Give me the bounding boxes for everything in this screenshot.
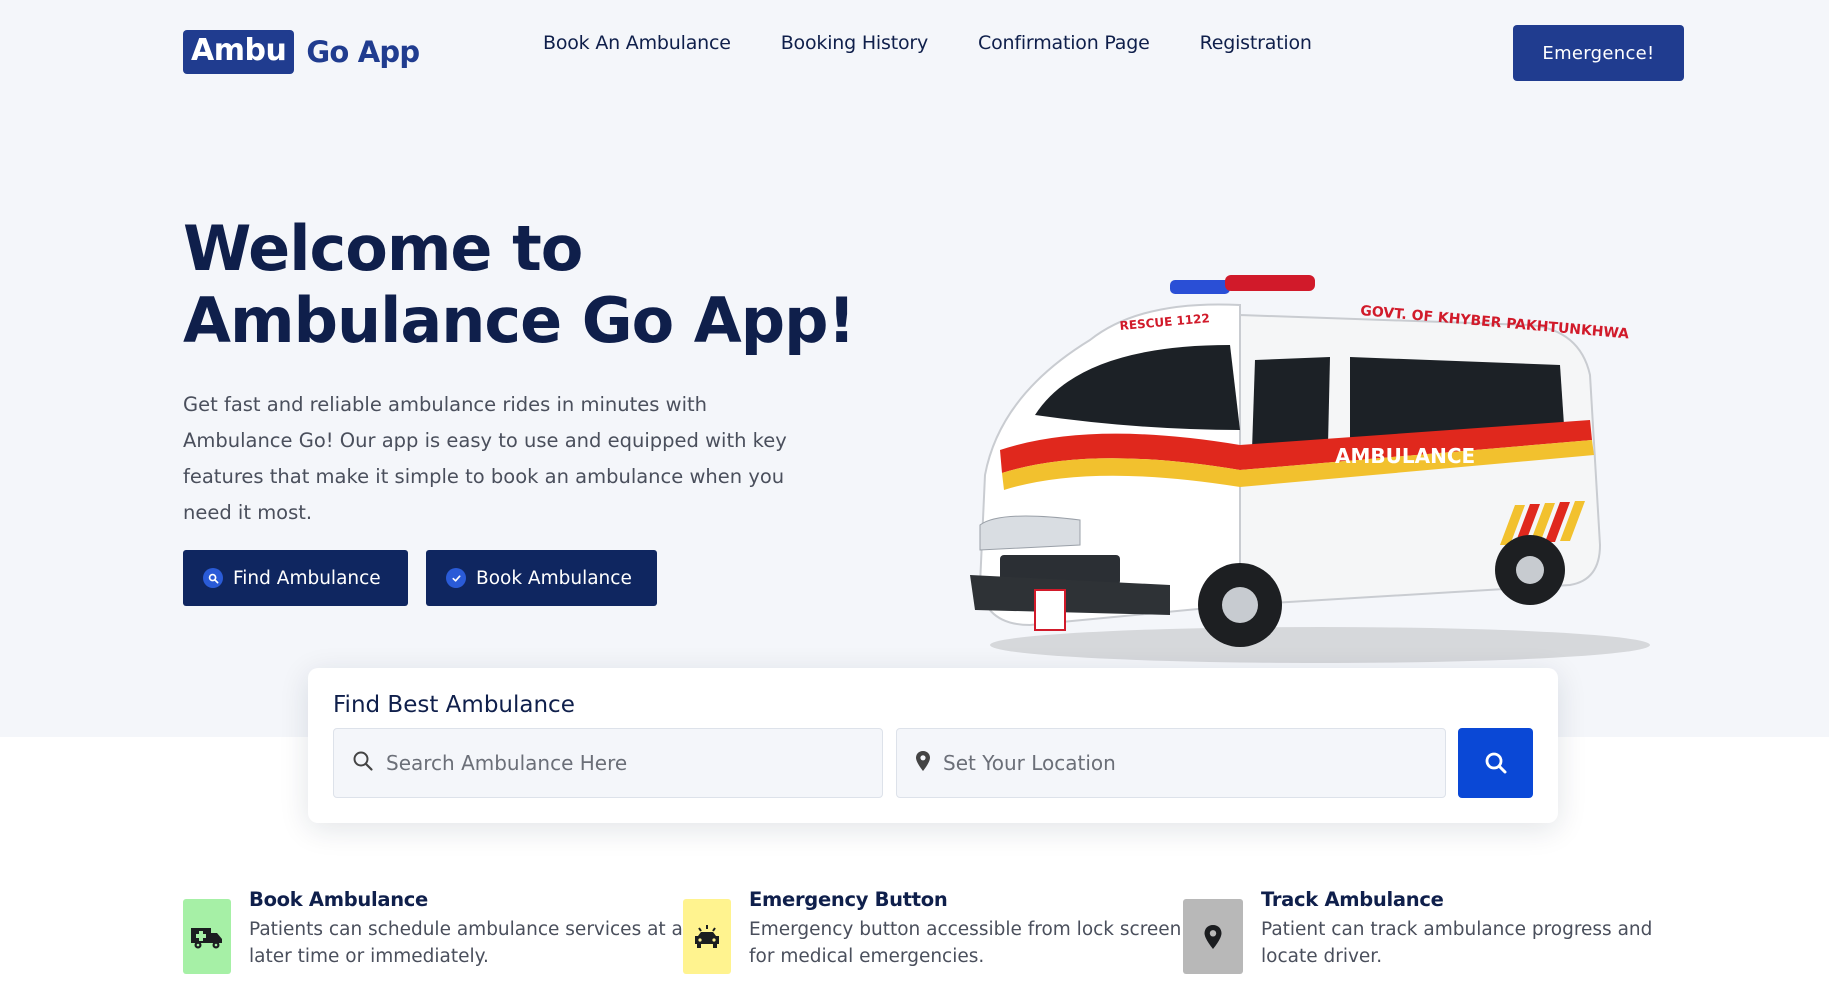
search-icon xyxy=(1485,752,1506,774)
feature-title: Emergency Button xyxy=(749,888,948,911)
search-card: Find Best Ambulance xyxy=(308,668,1558,823)
book-ambulance-button[interactable]: Book Ambulance xyxy=(426,550,657,606)
hero-title: Welcome to Ambulance Go App! xyxy=(183,213,903,357)
main-nav: Book An Ambulance Booking History Confir… xyxy=(543,30,1312,56)
search-icon xyxy=(352,750,374,776)
vehicle-ambulance-text: AMBULANCE xyxy=(1335,444,1475,468)
search-title: Find Best Ambulance xyxy=(333,692,575,718)
book-ambulance-label: Book Ambulance xyxy=(476,567,632,589)
search-icon xyxy=(203,568,223,588)
location-pin-icon xyxy=(915,750,931,776)
ambulance-image: AMBULANCE GOVT. OF KHYBER PAKHTUNKHWA RE… xyxy=(970,275,1650,663)
nav-booking-history[interactable]: Booking History xyxy=(781,30,929,56)
emergency-button[interactable]: Emergence! xyxy=(1513,25,1684,81)
nav-confirmation-page[interactable]: Confirmation Page xyxy=(978,30,1150,56)
search-field xyxy=(333,728,883,798)
feature-title: Track Ambulance xyxy=(1261,888,1444,911)
location-field xyxy=(896,728,1446,798)
hero-title-line1: Welcome to xyxy=(183,212,583,285)
logo-box: Ambu xyxy=(183,30,295,74)
find-ambulance-label: Find Ambulance xyxy=(233,567,381,589)
search-input[interactable] xyxy=(386,751,866,775)
ambulance-icon xyxy=(183,899,231,974)
feature-track-ambulance: Track Ambulance Patient can track ambula… xyxy=(1183,888,1683,978)
nav-book-an-ambulance[interactable]: Book An Ambulance xyxy=(543,30,731,56)
feature-description: Patients can schedule ambulance services… xyxy=(249,919,683,967)
feature-description: Patient can track ambulance progress and… xyxy=(1261,919,1653,967)
check-icon xyxy=(446,568,466,588)
app-logo[interactable]: Ambu Go App xyxy=(183,29,420,75)
location-input[interactable] xyxy=(943,751,1423,775)
search-submit-button[interactable] xyxy=(1458,728,1533,798)
find-ambulance-button[interactable]: Find Ambulance xyxy=(183,550,408,606)
feature-description: Emergency button accessible from lock sc… xyxy=(749,919,1182,967)
map-pin-icon xyxy=(1183,899,1243,974)
feature-emergency-button: Emergency Button Emergency button access… xyxy=(683,888,1183,978)
logo-text: Go App xyxy=(306,35,420,69)
hero-title-line2: Ambulance Go App! xyxy=(183,284,856,357)
emergency-car-icon xyxy=(683,899,731,974)
feature-title: Book Ambulance xyxy=(249,888,428,911)
nav-registration[interactable]: Registration xyxy=(1200,30,1312,56)
feature-book-ambulance: Book Ambulance Patients can schedule amb… xyxy=(183,888,683,978)
hero-description: Get fast and reliable ambulance rides in… xyxy=(183,393,787,524)
